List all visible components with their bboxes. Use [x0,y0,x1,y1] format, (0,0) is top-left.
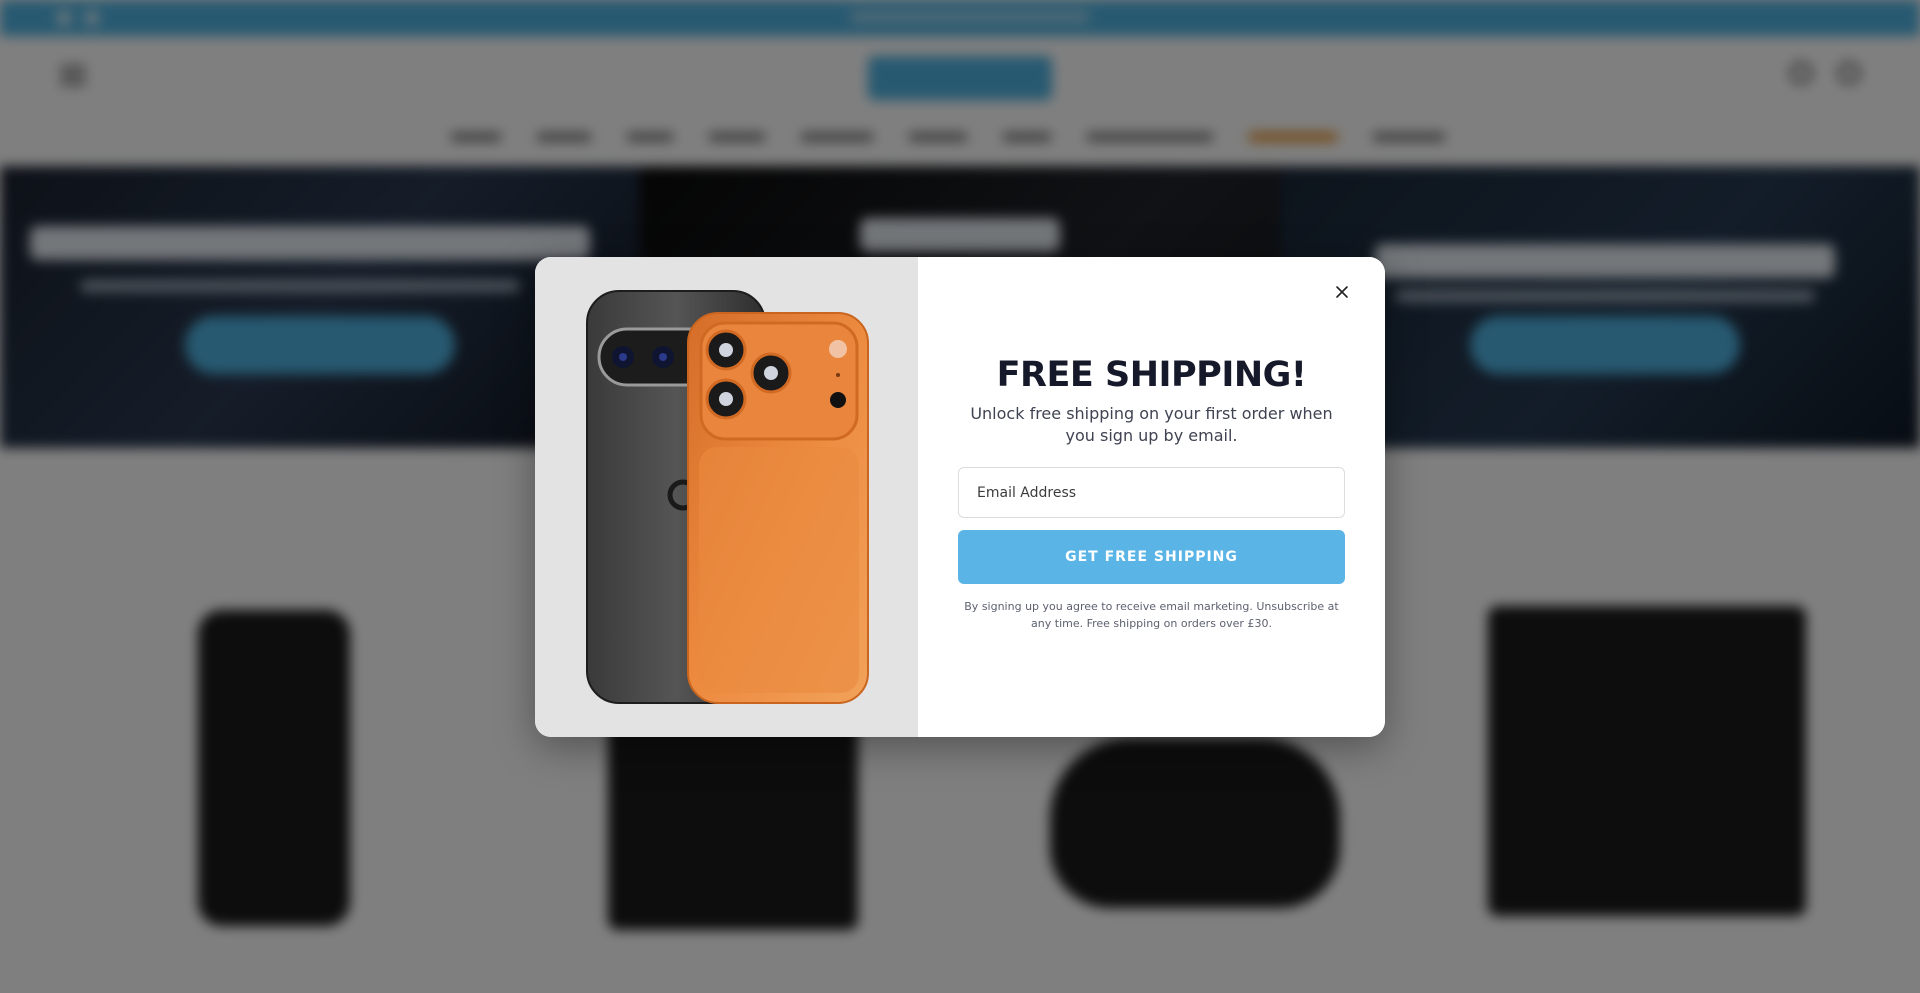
popup-description: Unlock free shipping on your first order… [970,404,1333,445]
close-icon [1336,286,1348,298]
signup-popup: FREE SHIPPING! Unlock free shipping on y… [535,257,1385,737]
disclaimer-text: By signing up you agree to receive email… [964,600,1339,630]
close-button[interactable] [1329,279,1355,305]
email-field[interactable] [958,467,1345,518]
popup-content: FREE SHIPPING! Unlock free shipping on y… [918,257,1385,737]
phones-illustration [586,290,869,704]
get-free-shipping-button[interactable]: GET FREE SHIPPING [958,530,1345,584]
popup-image [535,257,918,737]
popup-title: FREE SHIPPING! [996,355,1307,395]
